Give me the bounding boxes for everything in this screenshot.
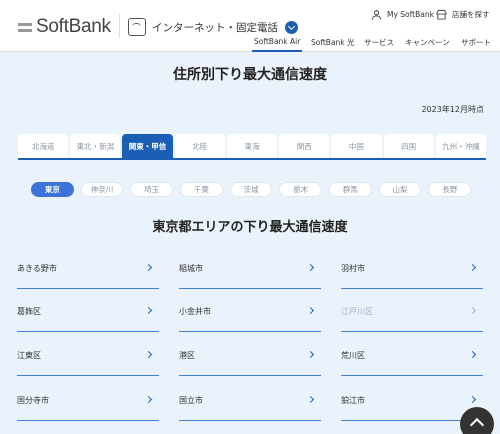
chevron-right-icon	[468, 395, 477, 404]
chevron-down-icon[interactable]	[285, 20, 298, 34]
city-name: 国分寺市	[17, 396, 49, 405]
chevron-right-icon	[144, 395, 153, 404]
chevron-right-icon	[306, 263, 315, 272]
tab-tokai[interactable]: 東海	[226, 134, 278, 158]
nav-softbank-air[interactable]: SoftBank Air	[251, 37, 303, 52]
city-link[interactable]: 葛飾区	[17, 306, 159, 332]
section-title: 東京都エリアの下り最大通信速度	[152, 220, 348, 235]
as-of-date: 2023年12月時点	[421, 105, 484, 114]
tab-kanto-koshin[interactable]: 関東・甲信	[122, 134, 173, 158]
city-name: 荒川区	[341, 351, 365, 360]
city-link-disabled: 江戸川区	[341, 306, 483, 332]
city-link[interactable]: 羽村市	[341, 263, 483, 289]
store-search-link[interactable]: 店舗を探す	[436, 9, 490, 20]
chevron-right-icon	[144, 263, 153, 272]
city-name: 港区	[179, 351, 195, 360]
chevron-right-icon	[468, 306, 477, 315]
prefecture-pills: 東京 神奈川 埼玉 千葉 茨城 栃木 群馬 山梨 長野	[31, 182, 472, 197]
city-name: 狛江市	[341, 396, 365, 405]
city-link[interactable]: 国分寺市	[17, 395, 159, 421]
pill-nagano[interactable]: 長野	[428, 182, 472, 197]
city-name: あきる野市	[17, 264, 57, 273]
pill-chiba[interactable]: 千葉	[180, 182, 223, 197]
tab-tohoku-niigata[interactable]: 東北・新潟	[70, 134, 121, 158]
pill-saitama[interactable]: 埼玉	[130, 182, 174, 197]
pill-ibaraki[interactable]: 茨城	[229, 182, 273, 197]
softbank-logo[interactable]: SoftBank	[18, 16, 111, 38]
pill-yamanashi[interactable]: 山梨	[378, 182, 422, 197]
city-link[interactable]: 江東区	[17, 350, 159, 376]
chevron-right-icon	[144, 306, 153, 315]
tab-shikoku[interactable]: 四国	[383, 134, 434, 158]
tab-kyushu-okinawa[interactable]: 九州・沖縄	[435, 134, 486, 158]
tab-chugoku[interactable]: 中国	[331, 134, 382, 158]
pill-gunma[interactable]: 群馬	[329, 182, 372, 197]
tab-kansai[interactable]: 関西	[279, 134, 330, 158]
chevron-right-icon	[468, 263, 477, 272]
nav-softbank-hikari[interactable]: SoftBank 光	[311, 37, 355, 48]
city-name: 国立市	[179, 396, 203, 405]
city-name: 小金井市	[179, 307, 211, 316]
city-name: 江東区	[17, 351, 41, 360]
nav-campaign[interactable]: キャンペーン	[405, 37, 450, 48]
pill-tochigi[interactable]: 栃木	[279, 182, 323, 197]
header-divider	[119, 14, 120, 38]
person-icon	[371, 10, 382, 20]
mysoftbank-label: My SoftBank	[387, 10, 434, 19]
logo-mark-icon	[18, 22, 32, 32]
city-name: 稲城市	[179, 264, 203, 273]
scroll-to-top-button[interactable]	[460, 407, 494, 434]
city-link[interactable]: 国立市	[179, 395, 321, 421]
site-header: SoftBank インターネット・固定電話 My SoftBank 店舗を探す …	[0, 0, 500, 52]
city-link[interactable]: 小金井市	[179, 306, 321, 332]
city-link[interactable]: 港区	[179, 350, 321, 376]
logo-text: SoftBank	[36, 16, 111, 37]
region-tabs: 北海道 東北・新潟 関東・甲信 北陸 東海 関西 中国 四国 九州・沖縄	[18, 134, 486, 160]
store-icon	[436, 9, 447, 20]
service-selector[interactable]: インターネット・固定電話	[128, 18, 298, 36]
city-link[interactable]: 荒川区	[341, 350, 483, 376]
chevron-right-icon	[306, 395, 315, 404]
pill-kanagawa[interactable]: 神奈川	[80, 182, 124, 197]
chevron-right-icon	[306, 350, 315, 359]
chevron-right-icon	[144, 350, 153, 359]
nav-service[interactable]: サービス	[364, 37, 394, 48]
pill-tokyo[interactable]: 東京	[31, 182, 74, 197]
tab-hokkaido[interactable]: 北海道	[18, 134, 69, 158]
tab-hokuriku[interactable]: 北陸	[174, 134, 225, 158]
chevron-right-icon	[306, 306, 315, 315]
mysoftbank-link[interactable]: My SoftBank	[371, 9, 434, 20]
wifi-router-icon	[128, 18, 146, 36]
store-search-label: 店舗を探す	[452, 10, 490, 19]
nav-support[interactable]: サポート	[461, 37, 491, 48]
city-link[interactable]: 稲城市	[179, 263, 321, 289]
page-title: 住所別下り最大通信速度	[173, 67, 327, 83]
city-name: 羽村市	[341, 264, 365, 273]
chevron-right-icon	[468, 350, 477, 359]
service-label: インターネット・固定電話	[152, 21, 278, 34]
city-link[interactable]: あきる野市	[17, 263, 159, 289]
city-name: 葛飾区	[17, 307, 41, 316]
city-name: 江戸川区	[341, 307, 373, 316]
